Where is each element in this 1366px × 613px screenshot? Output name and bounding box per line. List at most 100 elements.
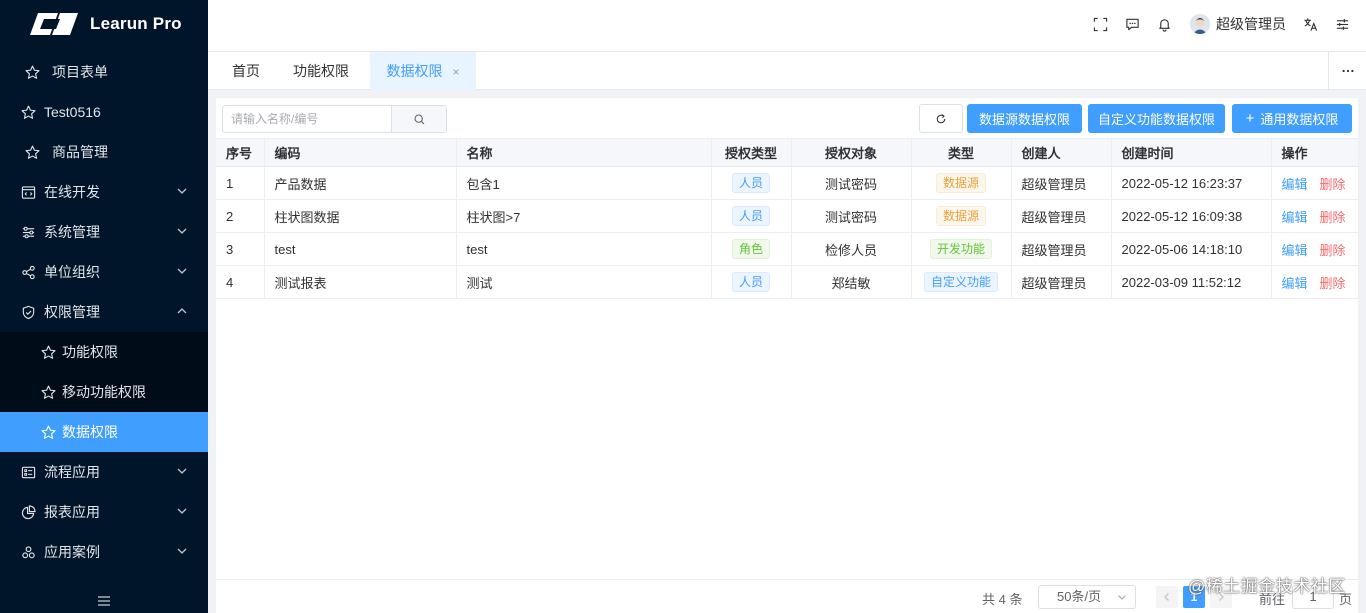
sidebar-item-test0516[interactable]: Test0516 bbox=[0, 92, 208, 132]
cell-auth-type: 人员 bbox=[711, 166, 792, 200]
col-header-auth-type: 授权类型 bbox=[711, 138, 792, 167]
refresh-button[interactable] bbox=[919, 104, 963, 133]
sidebar-item-system[interactable]: 系统管理 bbox=[0, 212, 208, 252]
auth-type-tag: 人员 bbox=[731, 272, 770, 292]
message-icon[interactable] bbox=[1124, 16, 1140, 32]
page-size-value: 50条/页 bbox=[1057, 589, 1102, 604]
sidebar-item-project-form[interactable]: 项目表单 bbox=[0, 52, 208, 92]
table-header-row: 序号 编码 名称 授权类型 授权对象 类型 创建人 创建时间 操作 bbox=[216, 138, 1359, 167]
chevron-down-icon bbox=[177, 268, 187, 274]
cell-actions: 编辑 删除 bbox=[1271, 166, 1359, 200]
sidebar-item-label: Test0516 bbox=[44, 104, 101, 120]
datasource-permission-button[interactable]: 数据源数据权限 bbox=[967, 104, 1082, 133]
delete-link[interactable]: 删除 bbox=[1320, 177, 1346, 192]
delete-link[interactable]: 删除 bbox=[1320, 243, 1346, 258]
cell-creator: 超级管理员 bbox=[1011, 166, 1112, 200]
page-size-select[interactable]: 50条/页 bbox=[1038, 585, 1136, 609]
chevron-down-icon bbox=[1118, 595, 1126, 600]
edit-link[interactable]: 编辑 bbox=[1282, 243, 1308, 258]
search-box bbox=[222, 105, 447, 133]
menu-collapse-icon[interactable] bbox=[96, 593, 112, 609]
col-header-no: 序号 bbox=[216, 138, 265, 167]
cell-auth-type: 人员 bbox=[711, 265, 792, 299]
sidebar-subitem-mobile-permission[interactable]: 移动功能权限 bbox=[0, 372, 208, 412]
col-header-name: 名称 bbox=[456, 138, 712, 167]
custom-function-permission-button[interactable]: 自定义功能数据权限 bbox=[1088, 104, 1225, 133]
cell-auth-object: 郑结敏 bbox=[791, 265, 912, 299]
tab-close-icon[interactable]: × bbox=[452, 65, 459, 79]
table-row[interactable]: 1 产品数据 包含1 人员 测试密码 数据源 超级管理员 2022-05-12 … bbox=[216, 166, 1359, 200]
sidebar-item-org[interactable]: 单位组织 bbox=[0, 252, 208, 292]
sliders-icon bbox=[20, 224, 36, 240]
table-row[interactable]: 2 柱状图数据 柱状图>7 人员 测试密码 数据源 超级管理员 2022-05-… bbox=[216, 199, 1359, 233]
cell-actions: 编辑 删除 bbox=[1271, 232, 1359, 266]
fullscreen-icon[interactable] bbox=[1092, 16, 1108, 32]
cell-auth-object: 检修人员 bbox=[791, 232, 912, 266]
sidebar-item-label: 系统管理 bbox=[44, 224, 100, 240]
cell-code: 柱状图数据 bbox=[264, 199, 457, 233]
form-list-icon bbox=[20, 464, 36, 480]
cell-auth-object: 测试密码 bbox=[791, 199, 912, 233]
general-permission-button[interactable]: + 通用数据权限 bbox=[1232, 104, 1352, 133]
sidebar-item-reports[interactable]: 报表应用 bbox=[0, 492, 208, 532]
cell-created-time: 2022-05-12 16:09:38 bbox=[1111, 199, 1272, 233]
sidebar-item-cases[interactable]: 应用案例 bbox=[0, 532, 208, 572]
prev-page-button[interactable] bbox=[1156, 586, 1178, 608]
search-button[interactable] bbox=[391, 106, 446, 132]
chevron-left-icon bbox=[1164, 593, 1169, 601]
chevron-down-icon bbox=[177, 508, 187, 514]
table-row[interactable]: 4 测试报表 测试 人员 郑结敏 自定义功能 超级管理员 2022-03-09 … bbox=[216, 265, 1359, 299]
sidebar-item-online-dev[interactable]: 在线开发 bbox=[0, 172, 208, 212]
chevron-down-icon bbox=[177, 548, 187, 554]
shield-check-icon bbox=[20, 304, 36, 320]
bell-icon[interactable] bbox=[1156, 16, 1172, 32]
tab-data-permission[interactable]: 数据权限 × bbox=[370, 52, 476, 90]
settings-sliders-icon[interactable] bbox=[1334, 16, 1350, 32]
cell-type: 开发功能 bbox=[911, 232, 1012, 266]
sidebar-subitem-data-permission[interactable]: 数据权限 bbox=[0, 412, 208, 452]
cluster-icon bbox=[20, 544, 36, 560]
cell-creator: 超级管理员 bbox=[1011, 265, 1112, 299]
cell-no: 2 bbox=[216, 199, 265, 233]
search-input[interactable] bbox=[223, 106, 391, 132]
cell-code: 测试报表 bbox=[264, 265, 457, 299]
chevron-down-icon bbox=[177, 228, 187, 234]
sidebar-item-label: 应用案例 bbox=[44, 544, 100, 560]
cell-auth-type: 人员 bbox=[711, 199, 792, 233]
tab-label: 首页 bbox=[232, 63, 260, 79]
table-row[interactable]: 3 test test 角色 检修人员 开发功能 超级管理员 2022-05-0… bbox=[216, 232, 1359, 266]
tab-bar: 首页 功能权限 数据权限 × bbox=[208, 52, 1366, 90]
type-tag: 数据源 bbox=[935, 173, 986, 193]
translate-icon[interactable] bbox=[1302, 16, 1318, 32]
cell-actions: 编辑 删除 bbox=[1271, 265, 1359, 299]
cell-no: 1 bbox=[216, 166, 265, 200]
header-tools: 超级管理员 bbox=[1076, 0, 1350, 48]
cell-creator: 超级管理员 bbox=[1011, 199, 1112, 233]
type-tag: 数据源 bbox=[935, 206, 986, 226]
search-icon bbox=[414, 114, 424, 124]
button-label: 自定义功能数据权限 bbox=[1097, 112, 1215, 127]
sidebar-subitem-function-permission[interactable]: 功能权限 bbox=[0, 332, 208, 372]
logo-mark-icon bbox=[30, 13, 78, 35]
edit-link[interactable]: 编辑 bbox=[1282, 210, 1308, 225]
cell-code: test bbox=[264, 232, 457, 266]
sidebar-item-workflow[interactable]: 流程应用 bbox=[0, 452, 208, 492]
edit-link[interactable]: 编辑 bbox=[1282, 177, 1308, 192]
toolbar: 数据源数据权限 自定义功能数据权限 + 通用数据权限 bbox=[216, 98, 1358, 138]
tab-home[interactable]: 首页 bbox=[218, 52, 274, 90]
sidebar-item-goods[interactable]: 商品管理 bbox=[0, 132, 208, 172]
col-header-created-time: 创建时间 bbox=[1111, 138, 1272, 167]
pagination: 共 4 条 50条/页 1 前往 1 页 bbox=[216, 579, 1358, 613]
avatar[interactable] bbox=[1190, 14, 1210, 34]
edit-link[interactable]: 编辑 bbox=[1282, 276, 1308, 291]
type-tag: 开发功能 bbox=[929, 239, 992, 259]
tab-function-permission[interactable]: 功能权限 bbox=[280, 52, 362, 90]
tab-more-icon[interactable] bbox=[1328, 52, 1366, 90]
sidebar-item-label: 权限管理 bbox=[44, 304, 100, 320]
delete-link[interactable]: 删除 bbox=[1320, 210, 1346, 225]
delete-link[interactable]: 删除 bbox=[1320, 276, 1346, 291]
col-header-type: 类型 bbox=[911, 138, 1012, 167]
user-name[interactable]: 超级管理员 bbox=[1216, 14, 1286, 34]
sidebar-item-permission[interactable]: 权限管理 bbox=[0, 292, 208, 332]
logo[interactable]: Learun Pro bbox=[0, 0, 208, 48]
